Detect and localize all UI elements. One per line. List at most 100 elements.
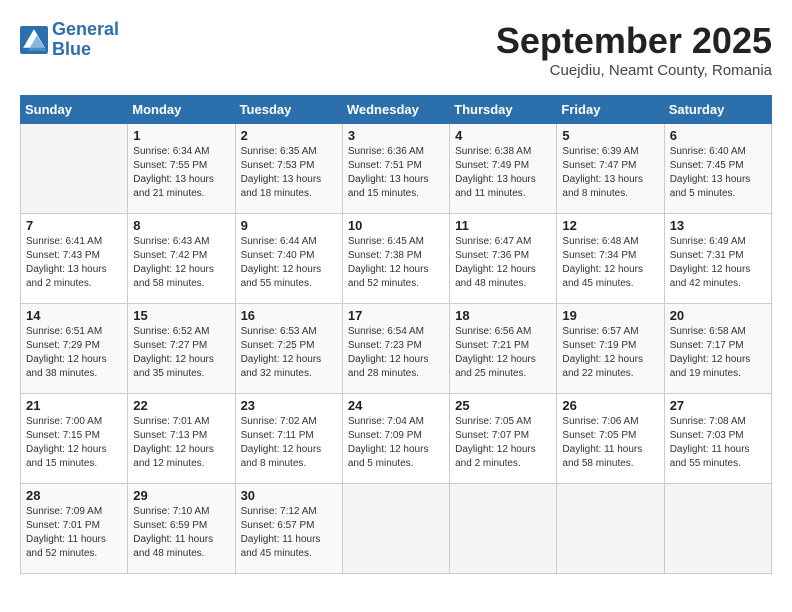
- day-cell: 3 Sunrise: 6:36 AM Sunset: 7:51 PM Daylig…: [342, 124, 449, 214]
- day-number: 15: [133, 308, 229, 323]
- day-info: Sunrise: 7:08 AM Sunset: 7:03 PM Dayligh…: [670, 415, 766, 471]
- day-cell: 14 Sunrise: 6:51 AM Sunset: 7:29 PM Dayli…: [21, 304, 128, 394]
- day-cell: 25 Sunrise: 7:05 AM Sunset: 7:07 PM Dayli…: [450, 394, 557, 484]
- day-number: 13: [670, 218, 766, 233]
- day-number: 22: [133, 398, 229, 413]
- day-number: 12: [562, 218, 658, 233]
- day-info: Sunrise: 7:00 AM Sunset: 7:15 PM Dayligh…: [26, 415, 122, 471]
- day-number: 23: [241, 398, 337, 413]
- day-cell: 19 Sunrise: 6:57 AM Sunset: 7:19 PM Dayli…: [557, 304, 664, 394]
- day-cell: 28 Sunrise: 7:09 AM Sunset: 7:01 PM Dayli…: [21, 484, 128, 574]
- day-number: 14: [26, 308, 122, 323]
- day-info: Sunrise: 6:36 AM Sunset: 7:51 PM Dayligh…: [348, 145, 444, 201]
- day-number: 7: [26, 218, 122, 233]
- day-info: Sunrise: 6:54 AM Sunset: 7:23 PM Dayligh…: [348, 325, 444, 381]
- calendar-table: SundayMondayTuesdayWednesdayThursdayFrid…: [20, 95, 772, 574]
- day-number: 17: [348, 308, 444, 323]
- day-cell: [450, 484, 557, 574]
- day-number: 24: [348, 398, 444, 413]
- day-number: 5: [562, 128, 658, 143]
- day-number: 2: [241, 128, 337, 143]
- column-header-monday: Monday: [128, 96, 235, 124]
- day-cell: 8 Sunrise: 6:43 AM Sunset: 7:42 PM Daylig…: [128, 214, 235, 304]
- day-number: 20: [670, 308, 766, 323]
- day-number: 27: [670, 398, 766, 413]
- day-info: Sunrise: 6:53 AM Sunset: 7:25 PM Dayligh…: [241, 325, 337, 381]
- title-block: September 2025 Cuejdiu, Neamt County, Ro…: [496, 20, 772, 79]
- day-cell: 11Sunrise: 6:47 AM Sunset: 7:36 PM Dayli…: [450, 214, 557, 304]
- day-cell: 6 Sunrise: 6:40 AM Sunset: 7:45 PM Daylig…: [664, 124, 771, 214]
- day-info: Sunrise: 6:38 AM Sunset: 7:49 PM Dayligh…: [455, 145, 551, 201]
- day-cell: 9 Sunrise: 6:44 AM Sunset: 7:40 PM Daylig…: [235, 214, 342, 304]
- day-info: Sunrise: 6:48 AM Sunset: 7:34 PM Dayligh…: [562, 235, 658, 291]
- logo-text: General Blue: [52, 20, 119, 60]
- day-cell: 1 Sunrise: 6:34 AM Sunset: 7:55 PM Daylig…: [128, 124, 235, 214]
- day-cell: 13 Sunrise: 6:49 AM Sunset: 7:31 PM Dayli…: [664, 214, 771, 304]
- day-cell: 18Sunrise: 6:56 AM Sunset: 7:21 PM Dayli…: [450, 304, 557, 394]
- day-cell: 29 Sunrise: 7:10 AM Sunset: 6:59 PM Dayli…: [128, 484, 235, 574]
- day-number: 9: [241, 218, 337, 233]
- page-header: General Blue September 2025 Cuejdiu, Nea…: [20, 20, 772, 79]
- day-info: Sunrise: 6:41 AM Sunset: 7:43 PM Dayligh…: [26, 235, 122, 291]
- day-cell: 26Sunrise: 7:06 AM Sunset: 7:05 PM Dayli…: [557, 394, 664, 484]
- day-info: Sunrise: 7:02 AM Sunset: 7:11 PM Dayligh…: [241, 415, 337, 471]
- month-title: September 2025: [496, 20, 772, 62]
- day-number: 25: [455, 398, 551, 413]
- day-cell: [664, 484, 771, 574]
- column-header-sunday: Sunday: [21, 96, 128, 124]
- day-number: 19: [562, 308, 658, 323]
- day-info: Sunrise: 6:40 AM Sunset: 7:45 PM Dayligh…: [670, 145, 766, 201]
- day-info: Sunrise: 7:01 AM Sunset: 7:13 PM Dayligh…: [133, 415, 229, 471]
- day-cell: 16 Sunrise: 6:53 AM Sunset: 7:25 PM Dayli…: [235, 304, 342, 394]
- day-number: 16: [241, 308, 337, 323]
- day-cell: 17 Sunrise: 6:54 AM Sunset: 7:23 PM Dayli…: [342, 304, 449, 394]
- day-info: Sunrise: 7:10 AM Sunset: 6:59 PM Dayligh…: [133, 505, 229, 561]
- day-info: Sunrise: 6:45 AM Sunset: 7:38 PM Dayligh…: [348, 235, 444, 291]
- day-cell: [342, 484, 449, 574]
- week-row-1: 1 Sunrise: 6:34 AM Sunset: 7:55 PM Daylig…: [21, 124, 772, 214]
- day-cell: 27 Sunrise: 7:08 AM Sunset: 7:03 PM Dayli…: [664, 394, 771, 484]
- day-info: Sunrise: 6:49 AM Sunset: 7:31 PM Dayligh…: [670, 235, 766, 291]
- day-info: Sunrise: 7:04 AM Sunset: 7:09 PM Dayligh…: [348, 415, 444, 471]
- day-cell: 20 Sunrise: 6:58 AM Sunset: 7:17 PM Dayli…: [664, 304, 771, 394]
- day-number: 30: [241, 488, 337, 503]
- day-info: Sunrise: 6:57 AM Sunset: 7:19 PM Dayligh…: [562, 325, 658, 381]
- day-number: 26: [562, 398, 658, 413]
- day-info: Sunrise: 6:58 AM Sunset: 7:17 PM Dayligh…: [670, 325, 766, 381]
- column-header-wednesday: Wednesday: [342, 96, 449, 124]
- day-number: 8: [133, 218, 229, 233]
- day-info: Sunrise: 6:43 AM Sunset: 7:42 PM Dayligh…: [133, 235, 229, 291]
- day-info: Sunrise: 6:35 AM Sunset: 7:53 PM Dayligh…: [241, 145, 337, 201]
- day-number: 10: [348, 218, 444, 233]
- day-info: Sunrise: 6:56 AM Sunset: 7:21 PM Dayligh…: [455, 325, 551, 381]
- day-cell: 5Sunrise: 6:39 AM Sunset: 7:47 PM Daylig…: [557, 124, 664, 214]
- day-number: 4: [455, 128, 551, 143]
- day-info: Sunrise: 6:52 AM Sunset: 7:27 PM Dayligh…: [133, 325, 229, 381]
- day-info: Sunrise: 6:51 AM Sunset: 7:29 PM Dayligh…: [26, 325, 122, 381]
- day-cell: 24 Sunrise: 7:04 AM Sunset: 7:09 PM Dayli…: [342, 394, 449, 484]
- day-cell: 2 Sunrise: 6:35 AM Sunset: 7:53 PM Daylig…: [235, 124, 342, 214]
- day-info: Sunrise: 6:44 AM Sunset: 7:40 PM Dayligh…: [241, 235, 337, 291]
- day-cell: 23 Sunrise: 7:02 AM Sunset: 7:11 PM Dayli…: [235, 394, 342, 484]
- location: Cuejdiu, Neamt County, Romania: [496, 62, 772, 79]
- day-header-row: SundayMondayTuesdayWednesdayThursdayFrid…: [21, 96, 772, 124]
- day-number: 29: [133, 488, 229, 503]
- week-row-2: 7 Sunrise: 6:41 AM Sunset: 7:43 PM Daylig…: [21, 214, 772, 304]
- day-info: Sunrise: 6:34 AM Sunset: 7:55 PM Dayligh…: [133, 145, 229, 201]
- column-header-friday: Friday: [557, 96, 664, 124]
- logo-icon: [20, 26, 48, 54]
- day-info: Sunrise: 7:09 AM Sunset: 7:01 PM Dayligh…: [26, 505, 122, 561]
- column-header-tuesday: Tuesday: [235, 96, 342, 124]
- day-info: Sunrise: 7:05 AM Sunset: 7:07 PM Dayligh…: [455, 415, 551, 471]
- day-number: 11: [455, 218, 551, 233]
- day-number: 6: [670, 128, 766, 143]
- day-number: 28: [26, 488, 122, 503]
- day-cell: 30Sunrise: 7:12 AM Sunset: 6:57 PM Dayli…: [235, 484, 342, 574]
- column-header-thursday: Thursday: [450, 96, 557, 124]
- day-number: 1: [133, 128, 229, 143]
- day-cell: 7 Sunrise: 6:41 AM Sunset: 7:43 PM Daylig…: [21, 214, 128, 304]
- day-number: 3: [348, 128, 444, 143]
- day-cell: 22 Sunrise: 7:01 AM Sunset: 7:13 PM Dayli…: [128, 394, 235, 484]
- week-row-4: 21Sunrise: 7:00 AM Sunset: 7:15 PM Dayli…: [21, 394, 772, 484]
- day-cell: [21, 124, 128, 214]
